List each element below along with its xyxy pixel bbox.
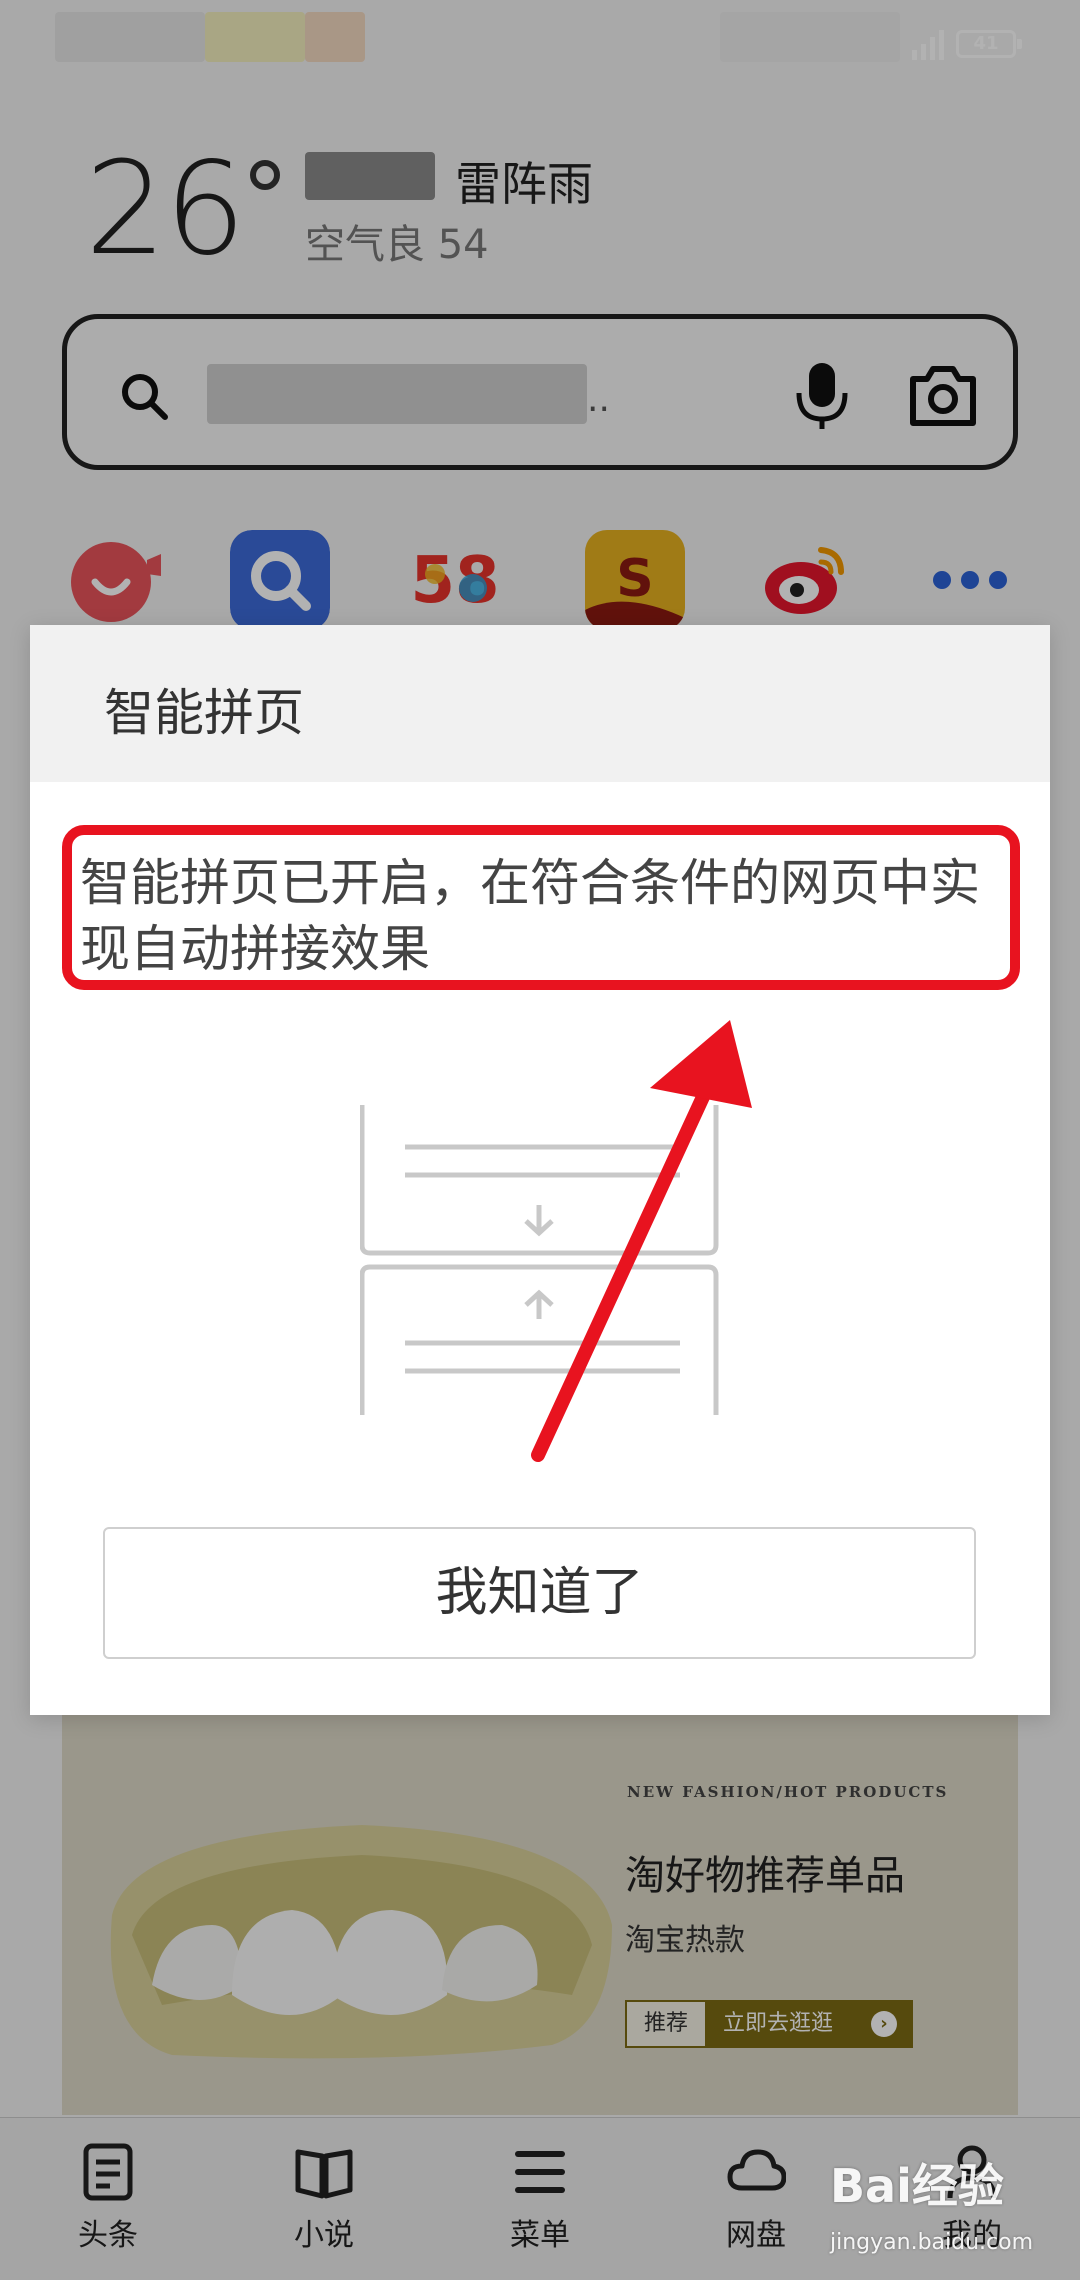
- watermark-brand: Bai经验: [830, 2159, 1004, 2213]
- red-highlight-annotation: [62, 825, 1020, 990]
- got-it-button[interactable]: 我知道了: [103, 1527, 976, 1659]
- dialog-header: 智能拼页: [30, 625, 1050, 782]
- red-arrow-annotation: [531, 1020, 752, 1462]
- dialog-title: 智能拼页: [104, 684, 304, 742]
- watermark-url: jingyan.baidu.com: [830, 2230, 1034, 2255]
- baidu-jingyan-watermark: Bai经验 jingyan.baidu.com: [830, 2150, 1070, 2260]
